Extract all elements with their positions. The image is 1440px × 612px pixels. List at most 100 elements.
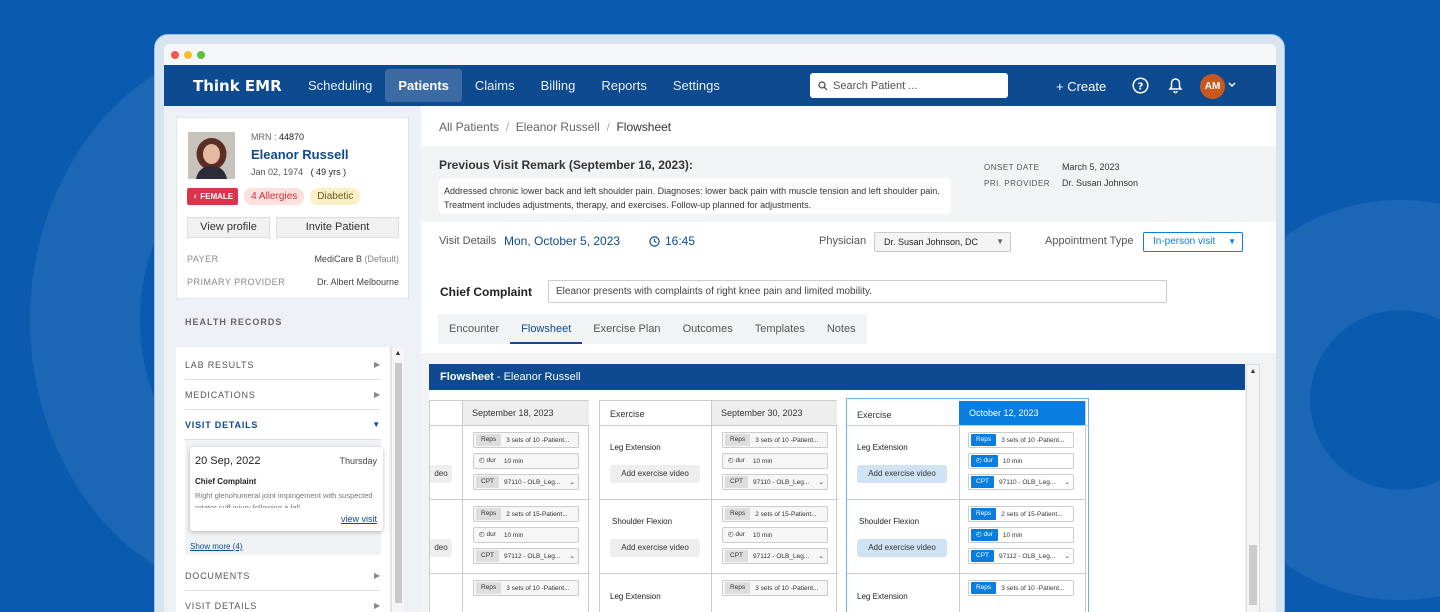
nav-tab-reports[interactable]: Reports [588,69,660,102]
sidebar-scrollbar[interactable]: ▲ [391,347,404,612]
section-visit-details[interactable]: VISIT DETAILS ▼ [185,410,381,440]
appointment-type-select[interactable]: In-person visit ▼ [1143,232,1243,252]
section-lab-results[interactable]: LAB RESULTS ▶ [185,350,381,380]
reps-field[interactable]: Reps 2 sets of 15-Patient... [473,506,579,522]
patient-dob: Jan 02, 1974 ( 49 yrs ) [251,167,346,177]
nav-tab-patients[interactable]: Patients [385,69,462,102]
scroll-up-icon[interactable]: ▲ [1247,368,1259,375]
duration-field[interactable]: ◴ dur 10 min [473,527,579,543]
create-button[interactable]: + Create [1056,79,1106,94]
visit-time-value[interactable]: 16:45 [665,234,695,248]
scroll-up-icon[interactable]: ▲ [392,350,404,357]
provider-row: PRIMARY PROVIDER Dr. Albert Melbourne [187,277,399,287]
cpt-select[interactable]: CPT 97112 - OLB_Leg... ⌄ [722,548,828,564]
chief-complaint-row: Chief Complaint Eleanor presents with co… [421,265,1256,317]
provider-value: Dr. Albert Melbourne [316,277,399,287]
view-profile-button[interactable]: View profile [187,217,270,238]
reps-field[interactable]: Reps 3 sets of 10 -Patient... [968,580,1074,596]
cpt-select[interactable]: CPT 97112 - OLB_Leg... ⌄ [968,548,1074,564]
reps-field[interactable]: Reps 3 sets of 10 -Patient... [722,432,828,448]
reps-field[interactable]: Reps 2 sets of 15-Patient... [968,506,1074,522]
tab-encounter[interactable]: Encounter [438,314,510,344]
nav-tab-billing[interactable]: Billing [528,69,589,102]
visit-date-value[interactable]: Mon, October 5, 2023 [504,234,620,248]
onset-value: March 5, 2023 [1062,162,1120,172]
physician-select[interactable]: Dr. Susan Johnson, DC ▼ [874,232,1011,252]
crumb-patient[interactable]: Eleanor Russell [516,120,600,134]
duration-field[interactable]: ◴ dur 10 min [722,453,828,469]
visit-details-label: Visit Details [439,235,497,247]
svg-text:?: ? [1138,81,1144,92]
scroll-thumb[interactable] [394,363,402,603]
nav-tab-claims[interactable]: Claims [462,69,528,102]
tab-exercise-plan[interactable]: Exercise Plan [582,314,671,344]
tab-outcomes[interactable]: Outcomes [672,314,744,344]
reps-field[interactable]: Reps 3 sets of 10 -Patient... [473,432,579,448]
invite-patient-button[interactable]: Invite Patient [276,217,399,238]
reps-field[interactable]: Reps 3 sets of 10 -Patient... [968,432,1074,448]
visit-tabs: Encounter Flowsheet Exercise Plan Outcom… [438,314,867,344]
view-visit-link[interactable]: view visit [341,514,377,524]
add-video-button[interactable]: Add exercise video [857,539,947,557]
bell-icon[interactable] [1168,77,1183,94]
crumb-all-patients[interactable]: All Patients [439,120,499,134]
section-visit-details-2[interactable]: VISIT DETAILS ▶ [185,591,381,612]
tab-notes[interactable]: Notes [816,314,867,344]
close-dot[interactable] [171,50,179,59]
add-video-button[interactable]: Add exercise video [857,465,947,483]
cpt-select[interactable]: CPT 97110 - OLB_Leg... ⌄ [473,474,579,490]
avatar[interactable]: AM [1200,74,1225,99]
patient-badges: ♀ FEMALE 4 Allergies Diabetic [187,188,361,205]
patient-photo [188,132,235,179]
scroll-thumb[interactable] [1249,545,1257,605]
breadcrumb: All Patients / Eleanor Russell / Flowshe… [439,120,671,134]
duration-field[interactable]: ◴ dur 10 min [968,453,1074,469]
tab-flowsheet[interactable]: Flowsheet [510,314,583,344]
flowsheet-scrollbar[interactable]: ▲ [1246,364,1260,612]
chevron-right-icon: ▶ [374,601,381,610]
nav-tab-settings[interactable]: Settings [660,69,733,102]
cpt-select[interactable]: CPT 97110 - OLB_Leg... ⌄ [968,474,1074,490]
nav-tab-scheduling[interactable]: Scheduling [295,69,385,102]
pri-provider-value: Dr. Susan Johnson [1062,178,1139,188]
duration-field[interactable]: ◴ dur 10 min [722,527,828,543]
physician-label: Physician [819,235,867,247]
cpt-select[interactable]: CPT 97112 - OLB_Leg... ⌄ [473,548,579,564]
allergies-badge[interactable]: 4 Allergies [244,188,305,205]
chevron-right-icon: ▶ [374,390,381,399]
maximize-dot[interactable] [197,50,205,59]
dropdown-arrow-icon: ▼ [1228,237,1236,246]
add-video-button[interactable]: Add exercise video [610,465,700,483]
chevron-down-icon: ⌄ [1064,479,1070,486]
duration-field[interactable]: ◴ dur 10 min [473,453,579,469]
visit-day: Thursday [339,456,377,466]
reps-field[interactable]: Reps 3 sets of 10 -Patient... [473,580,579,596]
duration-field[interactable]: ◴ dur 10 min [968,527,1074,543]
add-video-button[interactable]: Add exercise video [610,539,700,557]
section-documents[interactable]: DOCUMENTS ▶ [185,561,381,591]
app-logo[interactable]: Think EMR [193,77,283,95]
previous-remark: Previous Visit Remark (September 16, 202… [421,146,1276,222]
chief-complaint-input[interactable]: Eleanor presents with complaints of righ… [548,280,1167,303]
show-more-link[interactable]: Show more (4) [190,542,242,551]
search-input[interactable]: Search Patient ... [810,73,1008,98]
patient-name[interactable]: Eleanor Russell [251,147,349,162]
app-window: Think EMR Scheduling Patients Claims Bil… [164,44,1276,612]
flowsheet-group-3: Exercise October 12, 2023 Leg Extension … [846,398,1090,612]
reps-field[interactable]: Reps 3 sets of 10 -Patient... [722,580,828,596]
reps-field[interactable]: Reps 2 sets of 15-Patient... [722,506,828,522]
add-video-button[interactable]: deo [430,539,452,557]
help-icon[interactable]: ? [1132,77,1149,94]
tab-templates[interactable]: Templates [744,314,816,344]
minimize-dot[interactable] [184,50,192,59]
exercise-header: Exercise [610,409,645,419]
crumb-separator: / [505,120,510,134]
flowsheet-area: Flowsheet - Eleanor Russell September 18… [421,353,1276,612]
section-medications[interactable]: MEDICATIONS ▶ [185,380,381,410]
visit-card[interactable]: 20 Sep, 2022 Thursday Chief Complaint Ri… [190,447,383,531]
cpt-select[interactable]: CPT 97110 - OLB_Leg... ⌄ [722,474,828,490]
payer-label: PAYER [187,254,219,264]
add-video-button[interactable]: deo [430,465,452,483]
age-value: ( 49 yrs ) [310,167,347,177]
chevron-down-icon[interactable] [1228,82,1236,88]
